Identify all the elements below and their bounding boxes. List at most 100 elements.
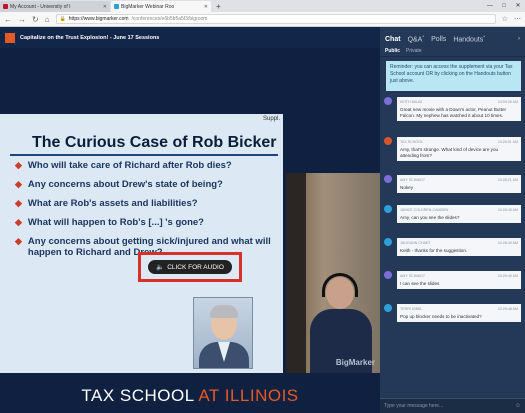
message-author: JULIEANN CHAET xyxy=(400,241,431,245)
message-text: Nokey xyxy=(400,185,414,190)
minimize-button[interactable]: — xyxy=(483,0,497,12)
tab-polls[interactable]: Polls xyxy=(431,36,446,43)
speaker-icon: 🔈 xyxy=(156,264,165,271)
chat-message: AMY SCHMIDT 10:29:40 am I can see the sli… xyxy=(380,271,525,304)
chat-panel: Chat Q&A• Polls Handouts• › Public Priva… xyxy=(380,27,525,413)
bullet-item: ◆ What will happen to Rob's [...] 's gone… xyxy=(15,217,280,228)
message-text: Amy, that's strange. What kind of device… xyxy=(400,147,499,158)
message-time: 10:29:48 am xyxy=(497,307,518,311)
message-bubble: JANICE COLDREN-CAMDEN 10:28:45 am Amy, ca… xyxy=(397,205,521,223)
url-domain: https://www.bigmarker.com xyxy=(68,16,129,22)
presenter-photo xyxy=(193,297,253,369)
bullet-diamond-icon: ◆ xyxy=(15,198,22,208)
bullet-text: Who will take care of Richard after Rob … xyxy=(27,160,232,171)
session-title: Capitalize on the Trust Explosion! - Jun… xyxy=(20,34,160,41)
subtab-public[interactable]: Public xyxy=(385,48,400,54)
bullet-item: ◆ What are Rob's assets and liabilities? xyxy=(15,198,280,209)
tab-label: My Account - University of I xyxy=(10,3,71,10)
tab-favicon xyxy=(114,4,119,9)
subtab-private[interactable]: Private xyxy=(406,48,422,54)
message-time: 10:28:01 am xyxy=(497,140,518,144)
chat-message: KEITH BAUM 10:09:28 am Great new movie wi… xyxy=(380,97,525,137)
close-tab-icon[interactable]: ✕ xyxy=(101,4,107,10)
message-text: Keith - thanks for the suggestion. xyxy=(400,248,468,253)
tab-qa[interactable]: Q&A• xyxy=(408,34,425,43)
title-divider xyxy=(10,154,278,156)
avatar xyxy=(384,304,392,312)
slide-bullets: ◆ Who will take care of Richard after Rob… xyxy=(15,160,280,266)
slide-title: The Curious Case of Rob Bicker xyxy=(32,134,277,151)
avatar xyxy=(384,97,392,105)
message-text: I can see the slides xyxy=(400,281,440,286)
message-author: TERRI IOBEL xyxy=(400,307,423,311)
address-bar-row: ← → ↻ ⌂ 🔒 https://www.bigmarker.com/conf… xyxy=(0,12,525,27)
message-text: Pop up blocker needs to be inactivated? xyxy=(400,314,482,319)
bullet-text: Any concerns about Drew's state of being… xyxy=(27,179,223,190)
tab-chat[interactable]: Chat xyxy=(385,36,401,43)
back-icon[interactable]: ← xyxy=(4,15,12,24)
url-path: /conferences/e6b5b5a5f3/bigroom xyxy=(131,16,208,22)
avatar xyxy=(384,205,392,213)
bullet-diamond-icon: ◆ xyxy=(15,217,22,227)
message-bubble: TERRI IOBEL 10:29:48 am Pop up blocker ne… xyxy=(397,304,521,322)
bigmarker-logo xyxy=(5,32,15,43)
bullet-item: ◆ Who will take care of Richard after Rob… xyxy=(15,160,280,171)
star-icon[interactable]: ☆ xyxy=(502,15,508,23)
avatar xyxy=(384,271,392,279)
message-bubble: Tax School 10:28:01 am Amy, that's strang… xyxy=(397,137,521,161)
new-tab-button[interactable]: + xyxy=(212,1,225,12)
message-author: AMY SCHMIDT xyxy=(400,274,426,278)
message-bubble: AMY SCHMIDT 10:28:21 am Nokey xyxy=(397,175,521,193)
brand-tax-school: TAX SCHOOL xyxy=(81,386,195,405)
bullet-diamond-icon: ◆ xyxy=(15,236,22,246)
presentation-stage: Suppl. The Curious Case of Rob Bicker ◆ W… xyxy=(0,48,380,413)
chat-message: JANICE COLDREN-CAMDEN 10:28:45 am Amy, ca… xyxy=(380,205,525,238)
presenter-webcam: BigMarker xyxy=(286,173,380,373)
message-bubble: JULIEANN CHAET 10:28:49 am Keith - thanks… xyxy=(397,238,521,256)
bigmarker-watermark: BigMarker xyxy=(335,358,375,367)
bullet-text: What are Rob's assets and liabilities? xyxy=(27,198,198,209)
forward-icon[interactable]: → xyxy=(18,15,26,24)
brand-at-illinois: AT ILLINOIS xyxy=(198,386,299,405)
chevron-right-icon[interactable]: › xyxy=(518,36,520,42)
message-bubble: AMY SCHMIDT 10:29:40 am I can see the sli… xyxy=(397,271,521,289)
tab-handouts[interactable]: Handouts• xyxy=(453,34,485,43)
home-icon[interactable]: ⌂ xyxy=(45,15,50,24)
tax-school-brand: TAX SCHOOL AT ILLINOIS xyxy=(0,386,380,406)
reminder-banner: Reminder: you can access the supplement … xyxy=(386,61,521,91)
refresh-icon[interactable]: ↻ xyxy=(32,15,39,24)
chat-subtabs: Public Private xyxy=(380,45,525,57)
chat-input-placeholder: Type your message here... xyxy=(384,403,444,409)
avatar xyxy=(384,238,392,246)
slide-suppl-label: Suppl. xyxy=(262,116,280,122)
browser-tab-2[interactable]: BigMarker Webinar Roo ✕ xyxy=(111,1,211,12)
browser-tab-1[interactable]: My Account - University of I ✕ xyxy=(0,1,110,12)
emoji-icon[interactable]: ☺ xyxy=(515,403,521,409)
avatar xyxy=(384,175,392,183)
menu-icon[interactable]: ⋯ xyxy=(514,15,521,23)
chat-message: Tax School 10:28:01 am Amy, that's strang… xyxy=(380,137,525,175)
bullet-text: What will happen to Rob's [...] 's gone? xyxy=(27,217,204,228)
message-time: 10:09:28 am xyxy=(497,100,518,104)
window-controls: — □ ✕ xyxy=(483,0,525,12)
lock-icon: 🔒 xyxy=(59,16,66,22)
message-author: Tax School xyxy=(400,140,423,144)
maximize-button[interactable]: □ xyxy=(497,0,511,12)
click-for-audio-button[interactable]: 🔈 CLICK FOR AUDIO xyxy=(148,260,232,274)
chat-message: TERRI IOBEL 10:29:48 am Pop up blocker ne… xyxy=(380,304,525,337)
chat-message-list: KEITH BAUM 10:09:28 am Great new movie wi… xyxy=(380,97,525,337)
chat-input[interactable]: Type your message here... ☺ xyxy=(380,398,525,413)
message-text: Great new movie with a Down's actor, Pea… xyxy=(400,107,507,118)
message-time: 10:28:49 am xyxy=(497,241,518,245)
url-field[interactable]: 🔒 https://www.bigmarker.com/conferences/… xyxy=(55,14,496,24)
avatar xyxy=(384,137,392,145)
browser-tabbar: My Account - University of I ✕ BigMarker… xyxy=(0,0,525,12)
close-tab-icon[interactable]: ✕ xyxy=(202,4,208,10)
audio-button-label: CLICK FOR AUDIO xyxy=(167,263,224,271)
close-window-button[interactable]: ✕ xyxy=(511,0,525,12)
chat-message: AMY SCHMIDT 10:28:21 am Nokey xyxy=(380,175,525,205)
message-bubble: KEITH BAUM 10:09:28 am Great new movie wi… xyxy=(397,97,521,121)
chat-tabs: Chat Q&A• Polls Handouts• › xyxy=(380,27,525,45)
chat-message: JULIEANN CHAET 10:28:49 am Keith - thanks… xyxy=(380,238,525,271)
webinar-header: Capitalize on the Trust Explosion! - Jun… xyxy=(0,27,380,48)
